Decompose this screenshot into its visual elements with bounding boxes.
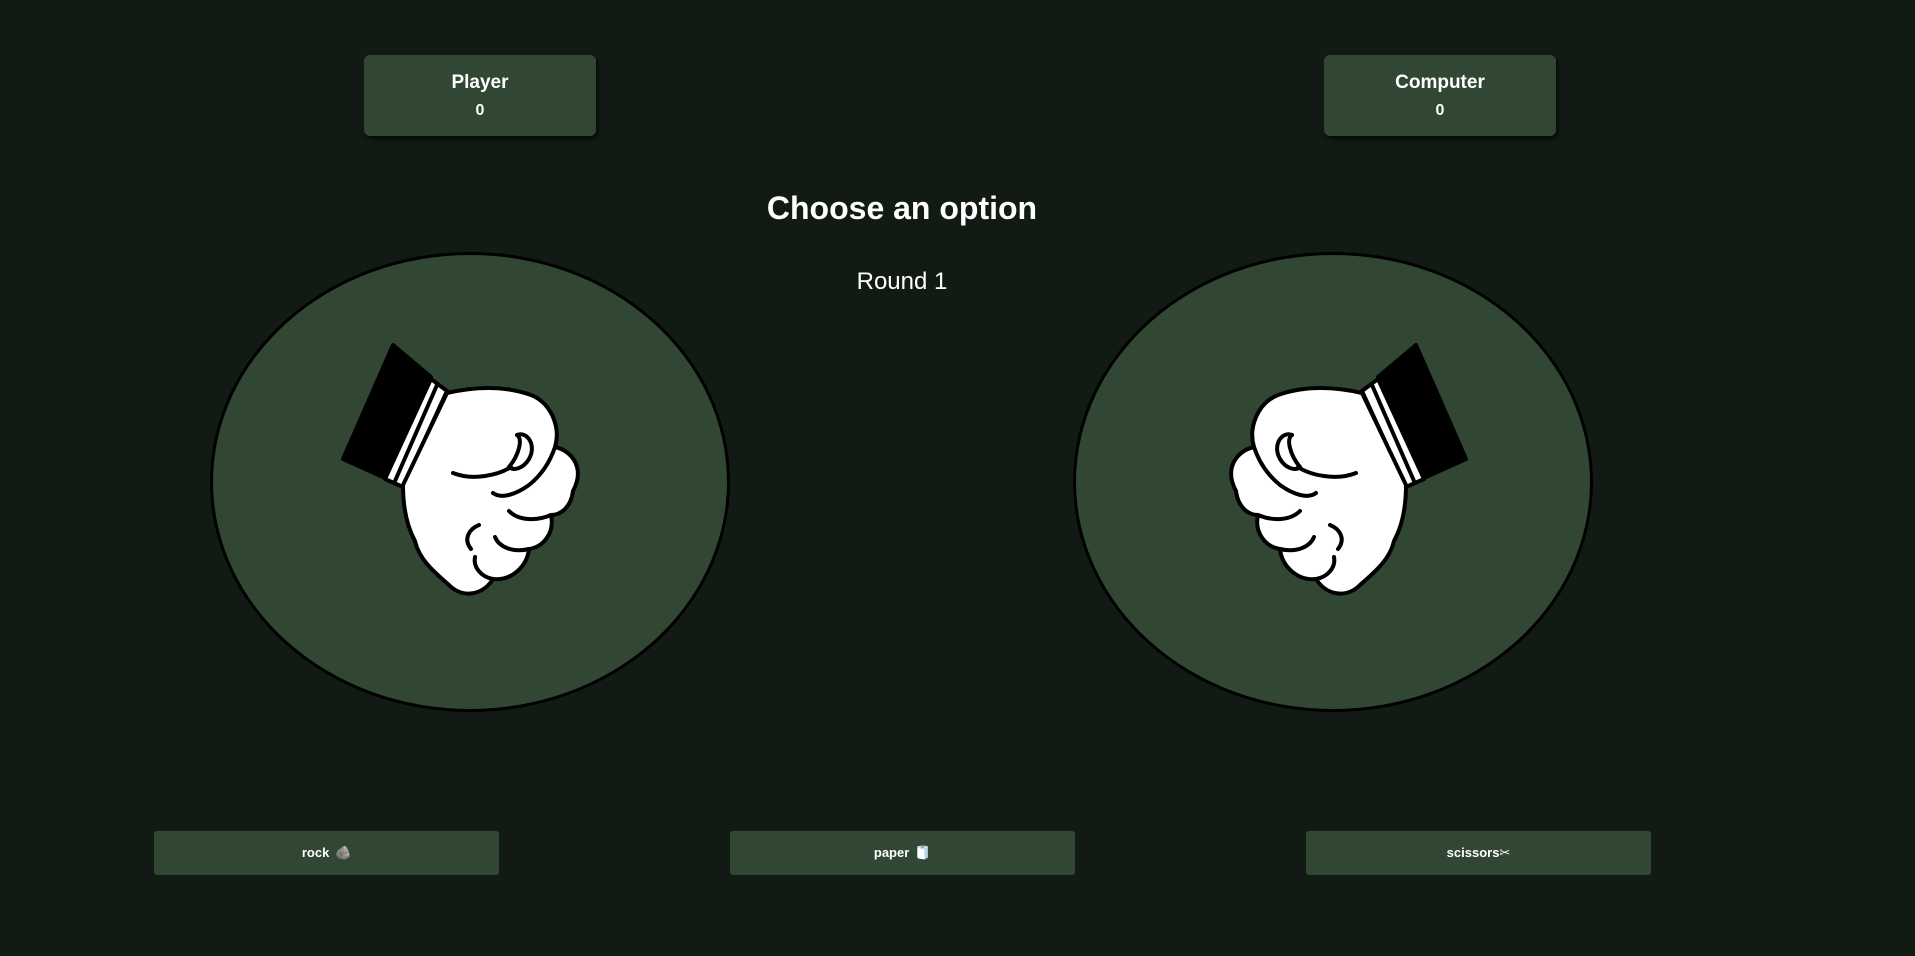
game-stage: Player 0 Computer 0 Choose an option Rou…	[0, 0, 1915, 956]
rock-button-label: rock	[301, 845, 330, 860]
fist-icon	[341, 343, 580, 596]
rock-button[interactable]: rock 🪨	[154, 831, 499, 875]
page-title: Choose an option	[766, 190, 1038, 226]
player-hand-display	[210, 252, 730, 712]
rock-icon: 🪨	[334, 845, 352, 860]
computer-name: Computer	[1395, 72, 1485, 93]
fist-icon	[1229, 343, 1468, 596]
scissors-button[interactable]: scissors✂	[1306, 831, 1651, 875]
paper-icon: 🧻	[914, 845, 932, 860]
player-name: Player	[451, 72, 509, 93]
paper-button-label: paper	[873, 845, 910, 860]
player-score: 0	[475, 102, 485, 119]
paper-button[interactable]: paper 🧻	[730, 831, 1075, 875]
player-score-card: Player 0	[364, 55, 596, 136]
scissors-button-label: scissors	[1446, 845, 1500, 860]
computer-hand-display	[1073, 252, 1593, 712]
computer-score-card: Computer 0	[1324, 55, 1556, 136]
scissors-icon: ✂	[1499, 845, 1511, 860]
round-indicator: Round 1	[856, 268, 948, 295]
computer-score: 0	[1435, 102, 1445, 119]
